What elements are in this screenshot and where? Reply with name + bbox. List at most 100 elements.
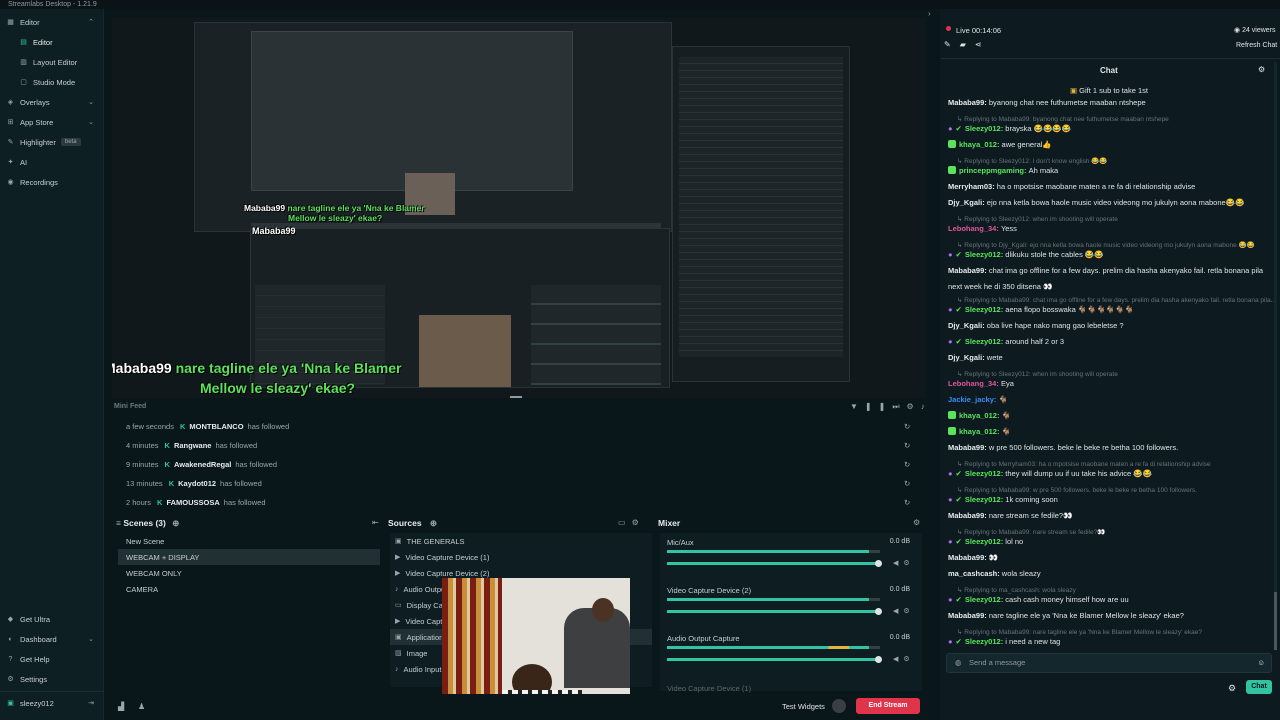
sidebar-item-get-help[interactable]: ? Get Help — [0, 650, 104, 668]
mixer-volume-knob[interactable] — [875, 608, 882, 615]
chat-username[interactable]: Sleezy012 — [965, 469, 1001, 478]
chat-message[interactable]: Jackie_jacky: 🐐 — [948, 395, 1008, 404]
refresh-chat-button[interactable]: Refresh Chat — [1236, 42, 1277, 49]
chat-message[interactable]: ● ✔ Sleezy012: around half 2 or 3 — [948, 337, 1064, 346]
chat-username[interactable]: Sleezy012 — [965, 250, 1001, 259]
source-toolbar[interactable]: ▭⚙ — [618, 518, 645, 527]
chat-username[interactable]: Lebohang_34 — [948, 224, 996, 233]
chat-message[interactable]: Mababa99: 👀 — [948, 553, 998, 562]
chat-username[interactable]: Sleezy012 — [965, 637, 1001, 646]
replay-icon[interactable]: ↻ — [904, 441, 910, 450]
chat-settings-icon[interactable]: ⚙ — [1258, 65, 1265, 74]
pause-icon[interactable]: ❚❚ — [865, 402, 892, 411]
chat-username[interactable]: Sleezy012 — [965, 337, 1001, 346]
chat-username[interactable]: Jackie_jacky — [948, 395, 994, 404]
add-scene-icon[interactable]: ⊕ — [172, 518, 179, 528]
chat-message[interactable]: ● ✔ Sleezy012: they will dump uu if uu tak… — [948, 469, 1152, 478]
sidebar-item-overlays[interactable]: ◈ Overlays ⌄ — [0, 93, 104, 111]
scene-item[interactable]: CAMERA — [118, 581, 380, 597]
chat-message[interactable]: Mababa99: w pre 500 followers. beke le b… — [948, 443, 1178, 452]
resize-handle[interactable] — [510, 396, 522, 398]
chat-message[interactable]: Mababa99: byanong chat nee futhumetse ma… — [948, 98, 1146, 107]
pinned-gift[interactable]: ▣ Gift 1 sub to take 1st — [1070, 86, 1148, 95]
record-button[interactable] — [832, 699, 846, 713]
chat-username[interactable]: Merryham03 — [948, 182, 992, 191]
chat-username[interactable]: Mababa99 — [948, 511, 984, 520]
chat-username[interactable]: Mababa99 — [948, 98, 984, 107]
chat-username[interactable]: Sleezy012 — [965, 595, 1001, 604]
notification-bell-icon[interactable]: ♟ — [138, 702, 145, 711]
emoji-icon[interactable]: ☺ — [1257, 654, 1265, 672]
chat-message[interactable]: Lebohang_34: Yess — [948, 224, 1017, 233]
chat-username[interactable]: ma_cashcash — [948, 569, 997, 578]
source-item[interactable]: ▣ THE GENERALS — [390, 533, 652, 549]
chat-message[interactable]: princeppmgaming: Ah maka — [948, 166, 1058, 175]
chat-message[interactable]: ● ✔ Sleezy012: cash cash money himself how… — [948, 595, 1129, 604]
sidebar-item-settings[interactable]: ⚙ Settings — [0, 670, 104, 688]
source-item[interactable]: ▶ Video Capture Device (1) — [390, 549, 652, 565]
speaker-icon[interactable]: ◀ — [893, 560, 903, 567]
video-icon[interactable]: ▰ — [960, 40, 975, 49]
chat-username[interactable]: Mababa99 — [948, 611, 984, 620]
sidebar-item-highlighter[interactable]: ✎ Highlighter beta — [0, 133, 104, 151]
feed-row[interactable]: 2 hours K FAMOUSSOSA has followed ↻ — [126, 494, 916, 510]
performance-icon[interactable]: ▟ — [118, 702, 124, 711]
chat-username[interactable]: Djy_Kgali — [948, 321, 982, 330]
chat-username[interactable]: Sleezy012 — [965, 537, 1001, 546]
volume-icon[interactable]: ♪ — [921, 402, 932, 411]
chat-username[interactable]: Mababa99 — [948, 443, 984, 452]
channel-gear-icon[interactable]: ⚙ — [903, 608, 914, 615]
sidebar-item-recordings[interactable]: ◉ Recordings — [0, 173, 104, 191]
chat-message[interactable]: ● ✔ Sleezy012: 1k coming soon — [948, 495, 1058, 504]
chat-scrollbar-thumb[interactable] — [1274, 592, 1277, 650]
feed-row[interactable]: 9 minutes K AwakenedRegal has followed ↻ — [126, 456, 916, 472]
test-widgets-button[interactable]: Test Widgets — [782, 702, 825, 711]
chat-toolbar[interactable]: ✎▰⋖ — [944, 40, 991, 49]
feed-row[interactable]: a few seconds K MONTBLANCO has followed ↻ — [126, 418, 916, 434]
mixer-channel-controls[interactable]: ◀⚙ — [893, 655, 915, 663]
chat-username[interactable]: Sleezy012 — [965, 305, 1001, 314]
settings-icon[interactable]: ⚙ — [907, 402, 921, 411]
mixer-volume-knob[interactable] — [875, 656, 882, 663]
feed-controls[interactable]: ▼❚❚⏭⚙♪ — [850, 402, 932, 412]
mixer-volume-slider[interactable] — [667, 610, 880, 613]
chat-message[interactable]: ● ✔ Sleezy012: dlikuku stole the cables 😂😂 — [948, 250, 1104, 259]
chat-username[interactable]: khaya_012 — [959, 427, 997, 436]
chat-message[interactable]: Mababa99: nare stream se fedile?👀 — [948, 511, 1072, 520]
chat-message[interactable]: Mababa99: nare tagline ele ya 'Nna ke Bl… — [948, 611, 1184, 620]
mixer-volume-knob[interactable] — [875, 560, 882, 567]
chat-message[interactable]: Djy_Kgali: wete — [948, 353, 1003, 362]
sidebar-item-ai[interactable]: ✦ AI — [0, 153, 104, 171]
chat-send-button[interactable]: Chat — [1246, 680, 1272, 694]
scene-item[interactable]: WEBCAM + DISPLAY — [118, 549, 380, 565]
chat-message[interactable]: ● ✔ Sleezy012: aena flopo bosswaka 🐐🐐🐐🐐🐐🐐 — [948, 305, 1134, 314]
sidebar-item-editor[interactable]: ▤ Editor — [0, 33, 104, 51]
emote-icon[interactable]: ◍ — [955, 654, 962, 672]
speaker-icon[interactable]: ◀ — [893, 608, 903, 615]
sidebar-item-editor-group[interactable]: ▦ Editor ⌃ — [0, 13, 104, 31]
chat-message[interactable]: Lebohang_34: Eya — [948, 379, 1014, 388]
scene-item[interactable]: WEBCAM ONLY — [118, 565, 380, 581]
chat-username[interactable]: Mababa99 — [948, 266, 984, 275]
edit-icon[interactable]: ✎ — [944, 40, 960, 49]
speaker-icon[interactable]: ◀ — [893, 656, 903, 663]
chat-username[interactable]: khaya_012 — [959, 411, 997, 420]
chat-username[interactable]: Sleezy012 — [965, 124, 1001, 133]
chat-message[interactable]: Djy_Kgali: oba live hape nako mang gao l… — [948, 321, 1124, 330]
add-source-icon[interactable]: ⊕ — [430, 518, 437, 528]
replay-icon[interactable]: ↻ — [904, 460, 910, 469]
collapse-chat-icon[interactable]: › — [928, 9, 931, 18]
mixer-settings-icon[interactable]: ⚙ — [913, 518, 920, 527]
chat-message[interactable]: khaya_012: 🐐 — [948, 427, 1011, 436]
channel-gear-icon[interactable]: ⚙ — [903, 560, 914, 567]
folder-icon[interactable]: ▭ — [618, 518, 632, 527]
chat-message[interactable]: Merryham03: ha o mpotsise maobane maten … — [948, 182, 1195, 191]
replay-icon[interactable]: ↻ — [904, 479, 910, 488]
chat-message[interactable]: ● ✔ Sleezy012: i need a new tag — [948, 637, 1060, 646]
chat-message[interactable]: ma_cashcash: wola sleazy — [948, 569, 1041, 578]
chat-settings-gear-icon[interactable]: ⚙ — [1228, 683, 1236, 694]
share-icon[interactable]: ⋖ — [975, 40, 991, 49]
chat-username[interactable]: Lebohang_34 — [948, 379, 996, 388]
filter-icon[interactable]: ▼ — [850, 402, 865, 411]
chat-username[interactable]: princeppmgaming — [959, 166, 1024, 175]
